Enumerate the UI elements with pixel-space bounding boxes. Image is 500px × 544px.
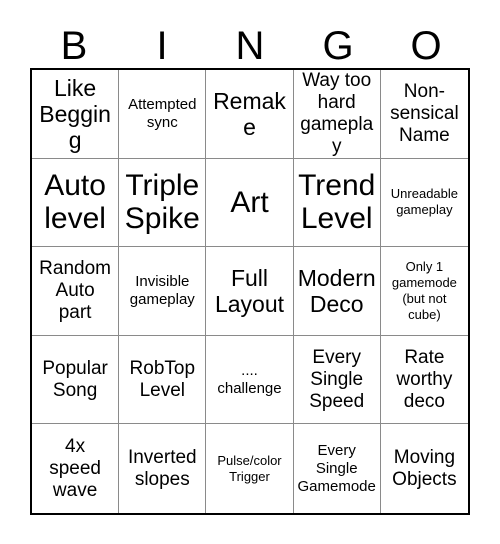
- bingo-cell[interactable]: Rate worthy deco: [380, 335, 468, 425]
- bingo-cell-label: Art: [230, 185, 269, 219]
- bingo-cell-label: Rate worthy deco: [396, 346, 453, 412]
- bingo-cell[interactable]: Way too hard gameplay: [293, 70, 381, 159]
- bingo-cell[interactable]: Non- sensical Name: [380, 70, 468, 159]
- bingo-cell[interactable]: Triple Spike: [119, 158, 207, 248]
- bingo-cell[interactable]: Art: [206, 158, 294, 248]
- bingo-cell-label: Non- sensical Name: [390, 80, 459, 146]
- bingo-cell[interactable]: .... challenge: [206, 335, 294, 425]
- bingo-cell-label: Modern Deco: [297, 264, 376, 317]
- bingo-cell[interactable]: Random Auto part: [32, 247, 120, 336]
- bingo-cell-label: Every Single Speed: [309, 346, 365, 412]
- bingo-card: B I N G O Like Begging Attempted sync Rema…: [0, 0, 500, 544]
- bingo-cell[interactable]: Moving Objects: [380, 424, 468, 513]
- bingo-cell-label: Auto level: [44, 169, 106, 236]
- header-letter-b: B: [60, 24, 88, 68]
- bingo-cell[interactable]: Attempted sync: [119, 70, 207, 159]
- bingo-cell[interactable]: Popular Song: [32, 335, 120, 425]
- bingo-cell-label: 4x speed wave: [49, 435, 101, 501]
- bingo-cell[interactable]: Every Single Speed: [293, 335, 381, 425]
- bingo-cell[interactable]: RobTop Level: [119, 335, 207, 425]
- bingo-cell[interactable]: 4x speed wave: [32, 424, 120, 513]
- bingo-cell-label: Pulse/color Trigger: [217, 452, 282, 484]
- header-letter-o: O: [410, 24, 442, 68]
- bingo-cell-label: Unreadable gameplay: [390, 186, 458, 218]
- bingo-cell-label: Attempted sync: [128, 95, 197, 131]
- bingo-cell[interactable]: Unreadable gameplay: [380, 158, 468, 248]
- bingo-cell[interactable]: Only 1 gamemode (but not cube): [380, 247, 468, 336]
- bingo-cell[interactable]: Remake: [206, 70, 294, 159]
- bingo-cell[interactable]: Trend Level: [293, 158, 381, 248]
- bingo-cell-label: Trend Level: [298, 169, 376, 236]
- bingo-cell[interactable]: Inverted slopes: [119, 424, 207, 513]
- bingo-cell[interactable]: Modern Deco: [293, 247, 381, 336]
- bingo-cell[interactable]: Like Begging: [32, 70, 120, 159]
- bingo-cell[interactable]: Pulse/color Trigger: [206, 424, 294, 513]
- bingo-cell[interactable]: Every Single Gamemode: [293, 424, 381, 513]
- header-letter-i: I: [156, 24, 168, 68]
- bingo-cell-label: Like Begging: [39, 74, 111, 153]
- bingo-cell-label: Triple Spike: [124, 169, 200, 236]
- bingo-grid: Like Begging Attempted sync Remake Way too …: [30, 68, 470, 515]
- bingo-cell-label: Only 1 gamemode (but not cube): [391, 258, 457, 322]
- header-letter-n: N: [235, 24, 265, 68]
- bingo-cell-label: RobTop Level: [129, 357, 196, 401]
- bingo-cell-label: Full Layout: [214, 264, 285, 317]
- bingo-cell-label: Moving Objects: [392, 446, 457, 490]
- bingo-cell[interactable]: Invisible gameplay: [119, 247, 207, 336]
- bingo-cell-label: Every Single Gamemode: [297, 441, 376, 495]
- bingo-cell-label: Invisible gameplay: [129, 272, 195, 308]
- bingo-cell[interactable]: Full Layout: [206, 247, 294, 336]
- bingo-header-row: B I N G O: [30, 14, 470, 68]
- bingo-cell-label: Random Auto part: [39, 257, 111, 323]
- bingo-cell-label: Remake: [213, 87, 286, 140]
- bingo-cell-label: .... challenge: [217, 361, 282, 397]
- bingo-cell[interactable]: Auto level: [32, 158, 120, 248]
- bingo-cell-label: Inverted slopes: [127, 446, 197, 490]
- header-letter-g: G: [322, 24, 354, 68]
- bingo-cell-label: Way too hard gameplay: [300, 70, 374, 157]
- bingo-cell-label: Popular Song: [42, 357, 108, 401]
